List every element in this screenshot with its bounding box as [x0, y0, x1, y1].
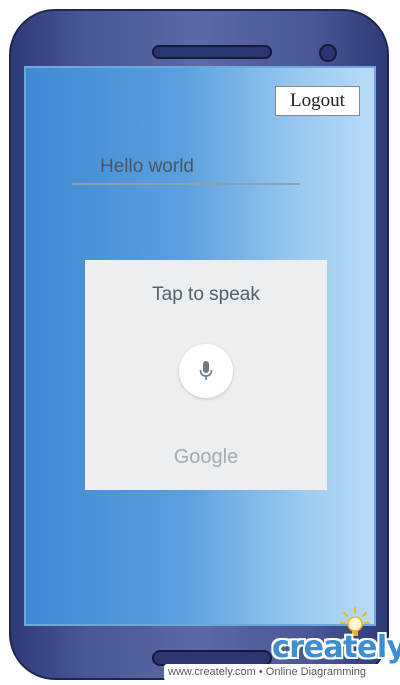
- microphone-icon: [199, 361, 213, 380]
- voice-dialog-title: Tap to speak: [152, 284, 260, 305]
- voice-input-dialog: Tap to speak Google: [85, 260, 327, 490]
- google-brand-label: Google: [173, 446, 239, 468]
- creately-logo: creately: [272, 630, 400, 665]
- microphone-button[interactable]: [179, 344, 233, 398]
- logout-button[interactable]: Logout: [275, 86, 360, 116]
- phone-camera: [319, 44, 337, 62]
- creately-tagline: www.creately.com • Online Diagramming: [164, 664, 394, 681]
- text-input-value: Hello world: [100, 156, 194, 177]
- text-input-field[interactable]: Hello world: [72, 150, 300, 185]
- phone-speaker: [152, 45, 272, 59]
